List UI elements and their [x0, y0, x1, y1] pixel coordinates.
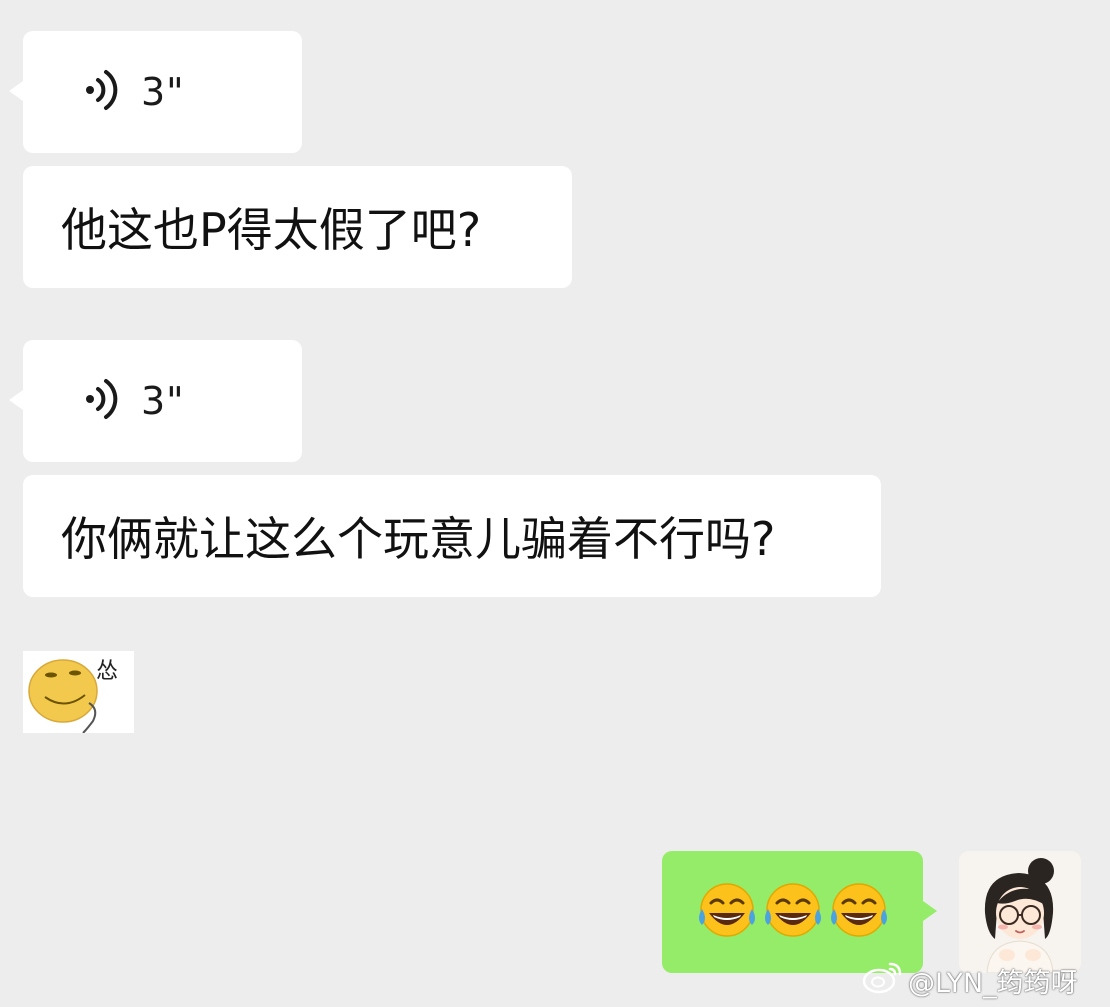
voice-wave-icon — [83, 68, 121, 116]
voice-wave-icon — [83, 377, 121, 425]
text-message-1[interactable]: 他这也P得太假了吧? — [23, 166, 572, 288]
voice-duration: 3" — [141, 379, 185, 423]
sticker-caption: 怂 — [96, 659, 119, 684]
outgoing-emoji-message[interactable] — [662, 851, 937, 973]
tears-of-joy-icon — [696, 879, 758, 945]
text-message-2[interactable]: 你俩就让这么个玩意儿骗着不行吗? — [23, 475, 881, 597]
weibo-watermark: @LYN_筠筠呀 — [862, 960, 1078, 1001]
watermark-text: @LYN_筠筠呀 — [908, 968, 1078, 999]
tears-of-joy-icon — [762, 879, 824, 945]
avatar-girl-icon — [959, 851, 1081, 973]
message-text: 你俩就让这么个玩意儿骗着不行吗? — [61, 512, 776, 566]
message-text: 他这也P得太假了吧? — [61, 203, 482, 257]
voice-message-1[interactable]: 3" — [9, 31, 302, 153]
voice-duration: 3" — [141, 70, 185, 114]
chat-screen: 3" 他这也P得太假了吧? 3" 你俩就让这么个玩意儿骗着不行吗? 怂 @LYN… — [0, 0, 1110, 1007]
weibo-logo-icon — [862, 960, 904, 1001]
sticker-message[interactable]: 怂 — [23, 651, 134, 734]
user-avatar[interactable] — [959, 851, 1081, 973]
tears-of-joy-icon — [828, 879, 890, 945]
voice-message-2[interactable]: 3" — [9, 340, 302, 462]
